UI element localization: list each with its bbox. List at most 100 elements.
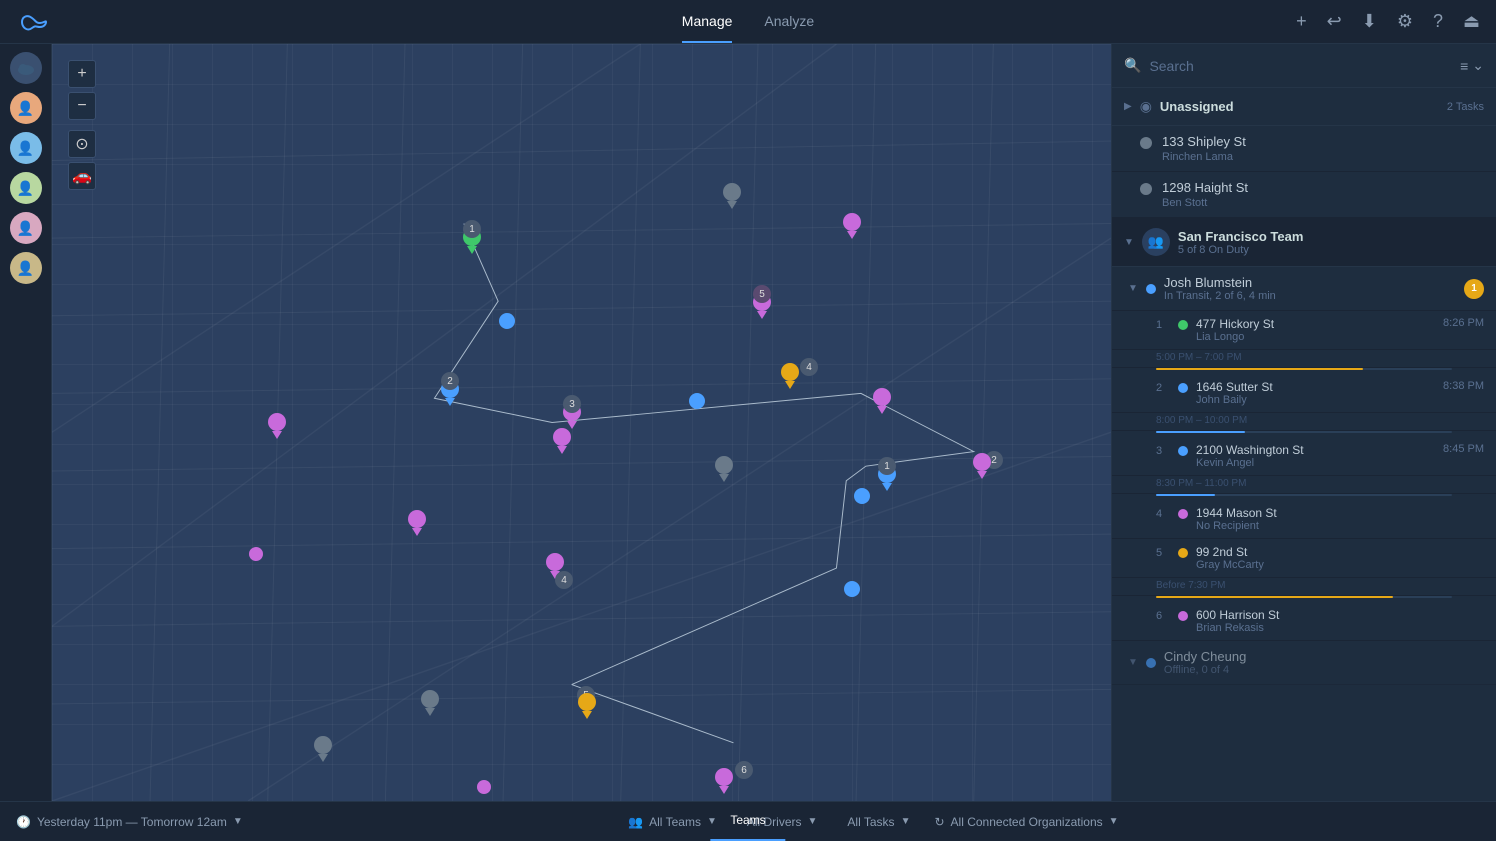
time-label: Yesterday 11pm — Tomorrow 12am [37, 815, 227, 829]
sidebar-avatar-2[interactable]: 👤 [10, 132, 42, 164]
sidebar-avatar-5[interactable]: 👤 [10, 252, 42, 284]
team-group-header[interactable]: ▼ 👥 San Francisco Team 5 of 8 On Duty [1112, 218, 1496, 267]
pin-numbered-2[interactable]: 2 [440, 380, 460, 406]
download-icon[interactable]: ⬇ [1362, 11, 1377, 32]
subtask-num-2: 2 [1156, 380, 1170, 394]
subtask-info-1: 477 Hickory St Lia Longo [1196, 317, 1435, 343]
nav-tab-analyze[interactable]: Analyze [764, 1, 814, 43]
pin-purple-drop-lower[interactable] [407, 510, 427, 536]
unassigned-group-header[interactable]: ▶ ◉ Unassigned 2 Tasks [1112, 88, 1496, 126]
pin-purple-right2[interactable] [972, 453, 992, 479]
map-area[interactable]: + − ⊙ 🚗 1 [52, 44, 1111, 801]
pin-blue-dot-center[interactable] [689, 393, 705, 409]
subtask-4[interactable]: 4 1944 Mason St No Recipient [1112, 500, 1496, 539]
help-icon[interactable]: ? [1433, 11, 1443, 32]
teams-tab-active[interactable]: Teams [710, 801, 785, 841]
driver-dot-josh [1146, 284, 1156, 294]
time-range-5: Before 7:30 PM [1112, 578, 1496, 596]
center-button[interactable]: ⊙ [68, 130, 96, 158]
car-filter-button[interactable]: 🚗 [68, 162, 96, 190]
driver-row-cindy[interactable]: ▼ Cindy Cheung Offline, 0 of 4 [1112, 641, 1496, 685]
orgs-label: All Connected Organizations [951, 815, 1103, 829]
task-pin-gray-2 [1140, 183, 1152, 195]
subtask-dot-4 [1178, 509, 1188, 519]
pin-blue-2[interactable] [499, 313, 515, 329]
time-filter[interactable]: 🕐 Yesterday 11pm — Tomorrow 12am ▼ [16, 815, 243, 829]
progress-bar-container-3 [1156, 494, 1452, 496]
settings-icon[interactable]: ⚙ [1397, 11, 1413, 32]
top-nav: Manage Analyze + ↩ ⬇ ⚙ ? ⏏ [0, 0, 1496, 44]
sidebar-cloud-icon[interactable] [10, 52, 42, 84]
pin-gray-center[interactable] [714, 456, 734, 482]
driver-row-josh[interactable]: ▼ Josh Blumstein In Transit, 2 of 6, 4 m… [1112, 267, 1496, 311]
drivers-chevron-icon: ▼ [808, 816, 818, 827]
list-view-icon[interactable]: ≡ [1460, 58, 1468, 74]
expand-icon[interactable]: ⌄ [1472, 57, 1484, 74]
pin-gray-top[interactable] [722, 183, 742, 209]
subtask-3[interactable]: 3 2100 Washington St Kevin Angel 8:45 PM [1112, 437, 1496, 476]
map-controls: + − ⊙ 🚗 [68, 60, 96, 190]
task-info-2: 1298 Haight St Ben Stott [1162, 180, 1484, 209]
signout-icon[interactable]: ⏏ [1463, 11, 1480, 32]
import-icon[interactable]: ↩ [1327, 11, 1342, 32]
subtask-info-6: 600 Harrison St Brian Rekasis [1196, 608, 1476, 634]
task-person-2: Ben Stott [1162, 197, 1484, 209]
sidebar-avatar-1[interactable]: 👤 [10, 92, 42, 124]
subtask-6[interactable]: 6 600 Harrison St Brian Rekasis [1112, 602, 1496, 641]
tab-section: 👥 All Teams ▼ All Drivers ▼ All Tasks ▼ … [267, 815, 1480, 829]
app-logo[interactable] [16, 10, 52, 34]
sidebar-avatar-3[interactable]: 👤 [10, 172, 42, 204]
driver-info-cindy: Cindy Cheung Offline, 0 of 4 [1164, 649, 1484, 676]
nav-tab-manage[interactable]: Manage [682, 1, 733, 43]
add-icon[interactable]: + [1296, 11, 1307, 32]
pin-gray-far-left[interactable] [313, 736, 333, 762]
task-item-shipley[interactable]: 133 Shipley St Rinchen Lama [1112, 126, 1496, 172]
pin-yellow[interactable] [780, 363, 800, 389]
pin-gray-lower-left[interactable] [420, 690, 440, 716]
pin-purple-right[interactable] [872, 388, 892, 414]
pin-green-1[interactable]: 1 [462, 228, 482, 254]
zoom-out-button[interactable]: − [68, 92, 96, 120]
subtask-num-1: 1 [1156, 317, 1170, 331]
right-panel: 🔍 ≡ ⌄ ▶ ◉ Unassigned 2 Tasks 133 Shipley… [1111, 44, 1496, 801]
orgs-icon: ↻ [934, 815, 944, 829]
pin-orange-lower[interactable] [577, 693, 597, 719]
subtask-info-3: 2100 Washington St Kevin Angel [1196, 443, 1435, 469]
pin-purple-left[interactable] [267, 413, 287, 439]
nav-tabs: Manage Analyze [682, 1, 814, 43]
subtask-address-4: 1944 Mason St [1196, 506, 1476, 520]
tab-all-teams[interactable]: 👥 All Teams ▼ [628, 815, 717, 829]
subtask-1[interactable]: 1 477 Hickory St Lia Longo 8:26 PM [1112, 311, 1496, 350]
teams-label: All Teams [649, 815, 701, 829]
tab-all-tasks[interactable]: All Tasks ▼ [841, 815, 910, 829]
subtask-5[interactable]: 5 99 2nd St Gray McCarty [1112, 539, 1496, 578]
team-chevron: ▼ [1124, 237, 1134, 248]
subtask-address-5: 99 2nd St [1196, 545, 1476, 559]
pin-purple-top-right[interactable] [842, 213, 862, 239]
pin-purple-center[interactable] [552, 428, 572, 454]
pin-numbered-1[interactable]: 1 [877, 465, 897, 491]
panel-toolbar: ≡ ⌄ [1460, 57, 1484, 74]
pin-purple-5[interactable]: 5 [752, 293, 772, 319]
time-range-3: 8:30 PM – 11:00 PM [1112, 476, 1496, 494]
task-list: ▶ ◉ Unassigned 2 Tasks 133 Shipley St Ri… [1112, 88, 1496, 801]
subtask-num-5: 5 [1156, 545, 1170, 559]
task-item-haight[interactable]: 1298 Haight St Ben Stott [1112, 172, 1496, 218]
search-icon: 🔍 [1124, 57, 1141, 74]
team-name: San Francisco Team [1178, 229, 1484, 244]
pin-numbered-3[interactable]: 3 [562, 403, 582, 429]
pin-blue-dot-right[interactable] [854, 488, 870, 504]
pin-purple-lower-right[interactable] [714, 768, 734, 794]
subtask-dot-2 [1178, 383, 1188, 393]
task-address-2: 1298 Haight St [1162, 180, 1484, 195]
subtask-address-6: 600 Harrison St [1196, 608, 1476, 622]
search-input[interactable] [1149, 58, 1452, 74]
sidebar-avatar-4[interactable]: 👤 [10, 212, 42, 244]
pin-purple-dot-bottom[interactable] [477, 780, 491, 794]
subtask-person-6: Brian Rekasis [1196, 622, 1476, 634]
tab-all-orgs[interactable]: ↻ All Connected Organizations ▼ [934, 815, 1118, 829]
pin-blue-dot-lower[interactable] [844, 581, 860, 597]
subtask-2[interactable]: 2 1646 Sutter St John Baily 8:38 PM [1112, 374, 1496, 413]
pin-purple-dot-lower-left[interactable] [249, 547, 263, 561]
zoom-in-button[interactable]: + [68, 60, 96, 88]
